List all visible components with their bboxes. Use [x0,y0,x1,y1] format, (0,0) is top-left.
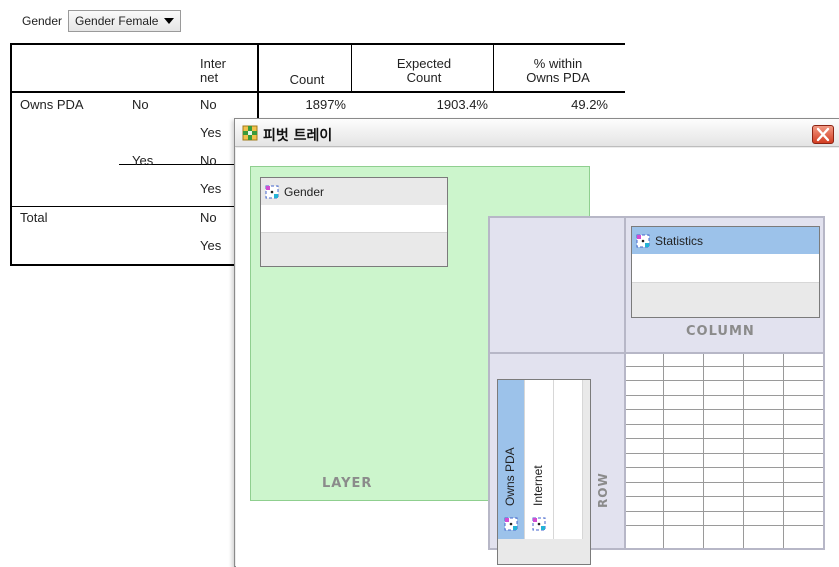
grid-line [626,438,823,439]
tray-title-bar[interactable]: 피벗 트레이 [235,119,839,147]
close-button[interactable] [812,125,834,144]
header-expected-count: Expected Count [396,56,452,85]
gender-layer-dropdown[interactable]: Gender Female [68,10,182,32]
field-empty-column [554,380,583,539]
row-label-total: Total [20,210,48,225]
layer-selector-bar: Gender Gender Female [22,8,182,34]
grid-line [663,354,664,548]
row-field-box[interactable]: Owns PDA Internet [497,379,591,565]
cell-expected-count: 1903.4% [436,97,488,112]
layer-label: Gender [22,14,63,28]
grid-line [626,453,823,454]
tray-body: Gender LAYER Statistics COLUMN ROW Owns … [236,148,839,567]
table-row-label: No [200,153,217,168]
field-label: Statistics [655,233,704,248]
field-label: Internet [531,465,545,506]
row-label-yes: Yes [132,153,154,168]
grid-line [626,511,823,512]
grid-line [626,424,823,425]
grid-line [743,354,744,548]
grid-line [626,395,823,396]
table-row-label: No [200,210,217,225]
grid-line [626,482,823,483]
column-zone-label: COLUMN [686,324,755,339]
layer-dropdown-value: Gender Female [75,14,159,28]
field-label: Gender [284,184,325,199]
row-label-no: No [132,97,149,112]
grid-line [703,354,704,548]
header-col-rule [493,45,494,91]
header-col-rule [351,45,352,91]
grid-line [783,354,784,548]
field-owns-pda[interactable]: Owns PDA [498,380,525,539]
field-gender[interactable]: Gender [261,178,447,205]
header-within-owns-pda: % within Owns PDA [526,56,590,85]
row-separator [12,206,257,207]
cell-count: 1897% [305,97,346,112]
row-label-owns-pda: Owns PDA [20,97,84,112]
header-internet: Inter net [200,56,227,85]
field-statistics[interactable]: Statistics [632,227,819,254]
table-row-label: Yes [200,125,222,140]
header-count: Count [289,72,325,87]
table-row-label: No [200,97,217,112]
grid-line [626,525,823,526]
field-icon [265,185,279,198]
table-row-label: Yes [200,238,222,253]
row-zone-label: ROW [596,472,610,508]
tray-title: 피벗 트레이 [263,128,333,144]
field-icon [636,234,650,247]
field-internet[interactable]: Internet [525,380,554,539]
close-icon [816,127,830,142]
pivot-tray-window[interactable]: 피벗 트레이 Gender LAYER Statistics COLUMN RO… [234,118,839,567]
field-empty-row [632,254,819,283]
grid-line [626,467,823,468]
field-label: Owns PDA [503,447,517,506]
chevron-down-icon [164,18,175,24]
field-empty-row [261,205,447,233]
table-row-label: Yes [200,181,222,196]
layer-field-box[interactable]: Gender [260,177,448,267]
column-field-box[interactable]: Statistics [631,226,820,318]
pivot-icon [242,125,258,141]
field-icon [532,517,546,531]
grid-line [626,409,823,410]
grid-line [626,496,823,497]
layer-zone-label: LAYER [322,476,373,491]
grid-line [626,366,823,367]
header-rule [12,91,625,93]
field-icon [504,517,518,531]
body-preview-grid [626,354,823,548]
grid-line [626,380,823,381]
cell-within-owns-pda: 49.2% [571,97,608,112]
